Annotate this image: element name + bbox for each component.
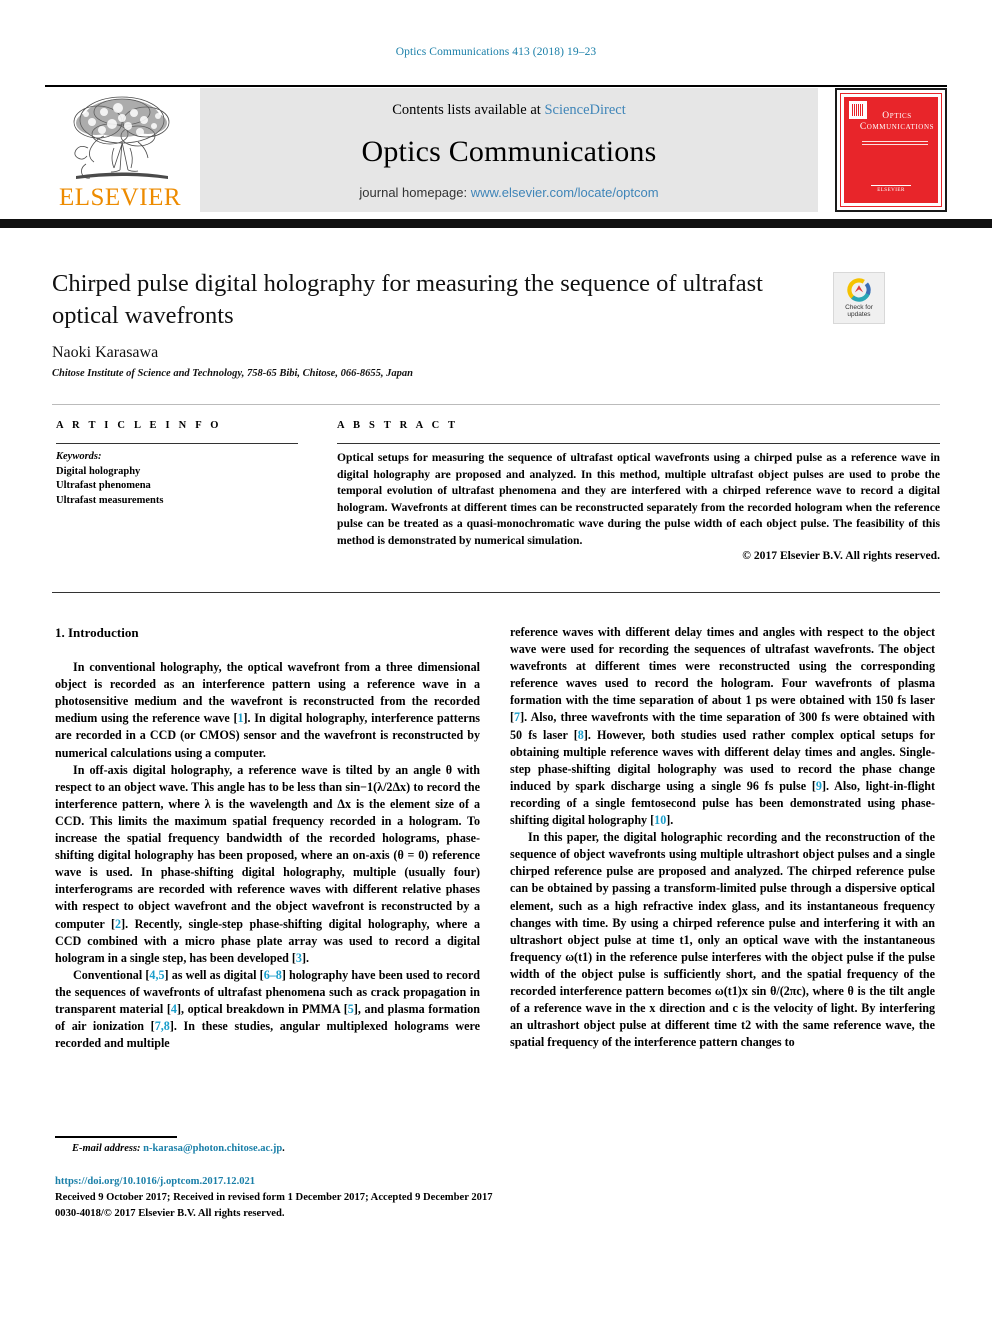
article-info-heading: A R T I C L E I N F O (56, 420, 222, 431)
crossmark-badge[interactable]: Check for updates (833, 272, 885, 324)
page-title: Chirped pulse digital holography for mea… (52, 270, 763, 329)
sciencedirect-link[interactable]: ScienceDirect (544, 102, 625, 118)
journal-homepage-line: journal homepage: www.elsevier.com/locat… (359, 185, 658, 200)
body-column-left: 1. Introduction In conventional holograp… (55, 624, 480, 1052)
crossmark-icon (847, 277, 871, 302)
info-heading-rule (56, 443, 298, 444)
running-head: Optics Communications 413 (2018) 19–23 (395, 46, 597, 58)
journal-cover-thumbnail: Optics Communications ELSEVIER (835, 88, 947, 212)
section-heading-introduction: 1. Introduction (55, 625, 139, 640)
issn-copyright: 0030-4018/© 2017 Elsevier B.V. All right… (55, 1208, 285, 1219)
cover-footer-text: ELSEVIER (877, 188, 905, 193)
elsevier-tree-icon (73, 96, 170, 179)
masthead-top-rule (45, 85, 947, 87)
abstract-text: Optical setups for measuring the sequenc… (337, 451, 940, 547)
homepage-prefix: journal homepage: (359, 185, 471, 200)
contents-line: Contents lists available at ScienceDirec… (392, 102, 626, 119)
keywords-label: Keywords: (56, 451, 102, 462)
cover-title: Optics Communications (859, 111, 935, 132)
keyword-item: Ultrafast phenomena (56, 480, 151, 491)
journal-homepage-link[interactable]: www.elsevier.com/locate/optcom (471, 185, 659, 200)
paragraph: In this paper, the digital holographic r… (510, 830, 935, 1050)
paragraph: reference waves with different delay tim… (510, 625, 935, 828)
body-column-right: reference waves with different delay tim… (510, 624, 935, 1051)
masthead-center: Contents lists available at ScienceDirec… (200, 88, 818, 212)
keywords-block: Keywords: Digital holography Ultrafast p… (56, 450, 306, 508)
paragraph: In conventional holography, the optical … (55, 660, 480, 760)
crossmark-label-line1: Check for (845, 303, 873, 311)
elsevier-wordmark: ELSEVIER (58, 184, 182, 211)
footnote-email: E-mail address: n-karasa@photon.chitose.… (72, 1143, 285, 1154)
contents-prefix: Contents lists available at (392, 102, 545, 118)
doi-link[interactable]: https://doi.org/10.1016/j.optcom.2017.12… (55, 1176, 255, 1187)
paper-page: Optics Communications 413 (2018) 19–23 E… (0, 0, 992, 1323)
footnote-rule (55, 1136, 177, 1138)
keyword-item: Digital holography (56, 465, 141, 477)
cover-footer: ELSEVIER (844, 183, 938, 193)
author-name: Naoki Karasawa (52, 344, 159, 361)
info-section-bottom-rule (52, 592, 940, 593)
abstract-copyright: © 2017 Elsevier B.V. All rights reserved… (742, 549, 940, 562)
journal-title: Optics Communications (361, 135, 657, 168)
email-period: . (282, 1143, 285, 1154)
article-history: Received 9 October 2017; Received in rev… (55, 1192, 493, 1203)
crossmark-label-line2: updates (847, 311, 871, 318)
abstract-heading: A B S T R A C T (337, 420, 459, 431)
elsevier-logo: ELSEVIER (45, 88, 195, 212)
info-section-top-rule (52, 404, 940, 405)
email-link[interactable]: n-karasa@photon.chitose.ac.jp (143, 1143, 282, 1154)
masthead-black-bar (0, 219, 992, 228)
crossmark-label: Check for updates (845, 304, 873, 319)
paragraph: Conventional [4,5] as well as digital [6… (55, 967, 481, 1051)
journal-masthead: ELSEVIER Contents lists available at Sci… (45, 88, 947, 212)
cover-rules (862, 141, 928, 147)
email-label: E-mail address: (72, 1143, 141, 1154)
author-affiliation: Chitose Institute of Science and Technol… (52, 368, 413, 379)
keyword-item: Ultrafast measurements (56, 494, 164, 506)
abstract-heading-rule (337, 443, 940, 444)
paragraph: In off-axis digital holography, a refere… (55, 762, 480, 965)
